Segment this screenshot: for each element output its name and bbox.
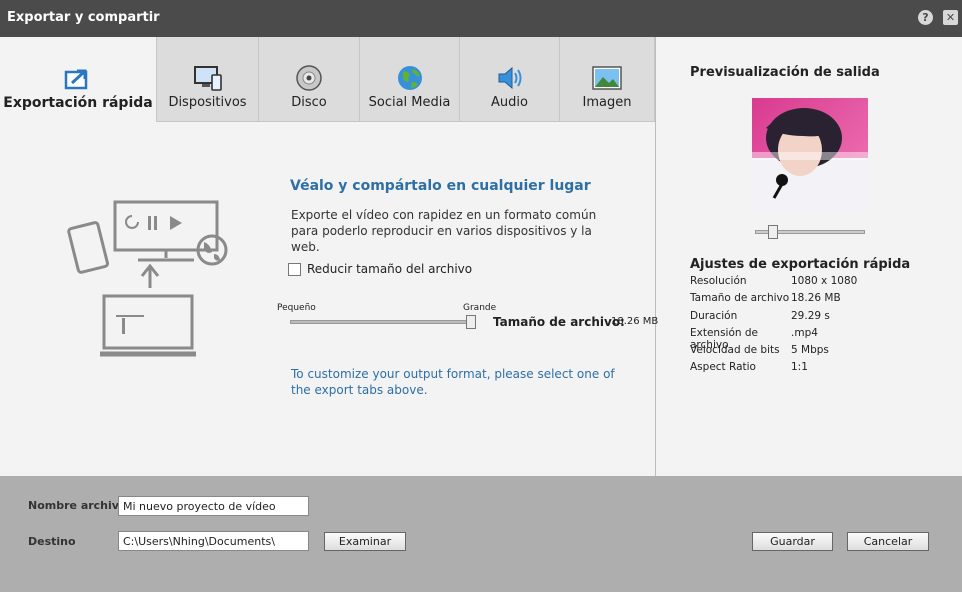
- devices-icon: [193, 66, 222, 91]
- settings-row: Extensión de archivo .mp4: [690, 326, 818, 351]
- filesize-label: Tamaño de archivo:: [493, 315, 625, 329]
- settings-row: Aspect Ratio 1:1: [690, 361, 808, 374]
- settings-row: Duración 29.29 s: [690, 309, 830, 322]
- globe-icon: [397, 66, 422, 90]
- preview-scrubber-handle[interactable]: [768, 225, 778, 239]
- close-icon[interactable]: ✕: [943, 10, 958, 25]
- speaker-icon: [498, 66, 521, 90]
- preview-title: Previsualización de salida: [690, 65, 880, 80]
- disc-icon: [296, 65, 322, 91]
- image-icon: [592, 66, 622, 90]
- export-tabs: Exportación rápida Dispositivos Disco So…: [0, 37, 655, 122]
- tab-disc[interactable]: Disco: [259, 37, 360, 122]
- window-title: Exportar y compartir: [7, 10, 160, 25]
- tab-quick-export[interactable]: Exportación rápida: [0, 37, 157, 122]
- settings-row: Tamaño de archivo 18.26 MB: [690, 292, 841, 305]
- reduce-size-label: Reducir tamaño del archivo: [307, 262, 473, 276]
- reduce-size-checkbox[interactable]: [288, 262, 301, 276]
- size-slider-track[interactable]: [290, 320, 475, 324]
- quick-export-icon: [64, 69, 88, 90]
- size-small-label: Pequeño: [277, 303, 316, 313]
- cancel-button[interactable]: Cancelar: [847, 532, 929, 551]
- destination-label: Destino: [28, 535, 76, 548]
- settings-row: Velocidad de bits 5 Mbps: [690, 344, 829, 357]
- description: Exporte el vídeo con rapidez en un forma…: [291, 208, 597, 254]
- panel-divider: [655, 37, 656, 476]
- tab-devices[interactable]: Dispositivos: [157, 37, 259, 122]
- save-button[interactable]: Guardar: [752, 532, 833, 551]
- settings-table: Resolución 1080 x 1080 Tamaño de archivo 1…: [690, 275, 857, 379]
- bottom-bar: Nombre archivo: Destino Examinar Guardar…: [0, 476, 962, 592]
- devices-illustration: [67, 200, 228, 357]
- customize-note: To customize your output format, please …: [291, 367, 615, 397]
- headline: Véalo y compártalo en cualquier lugar: [290, 178, 591, 194]
- help-icon[interactable]: ?: [918, 10, 933, 25]
- filesize-value: 18.26 MB: [611, 316, 659, 327]
- tab-audio[interactable]: Audio: [460, 37, 560, 122]
- preview-thumbnail: [752, 98, 868, 214]
- size-large-label: Grande: [463, 303, 497, 313]
- reduce-size-option[interactable]: Reducir tamaño del archivo: [288, 262, 472, 276]
- title-bar: Exportar y compartir ? ✕: [0, 0, 962, 37]
- filename-input[interactable]: [118, 496, 309, 516]
- browse-button[interactable]: Examinar: [324, 532, 406, 551]
- size-slider-handle[interactable]: [466, 315, 476, 329]
- settings-title: Ajustes de exportación rápida: [690, 257, 911, 272]
- tab-social-media[interactable]: Social Media: [360, 37, 460, 122]
- destination-input[interactable]: [118, 531, 309, 551]
- tab-image[interactable]: Imagen: [560, 37, 655, 122]
- filename-label: Nombre archivo:: [28, 499, 131, 512]
- settings-row: Resolución 1080 x 1080: [690, 275, 858, 287]
